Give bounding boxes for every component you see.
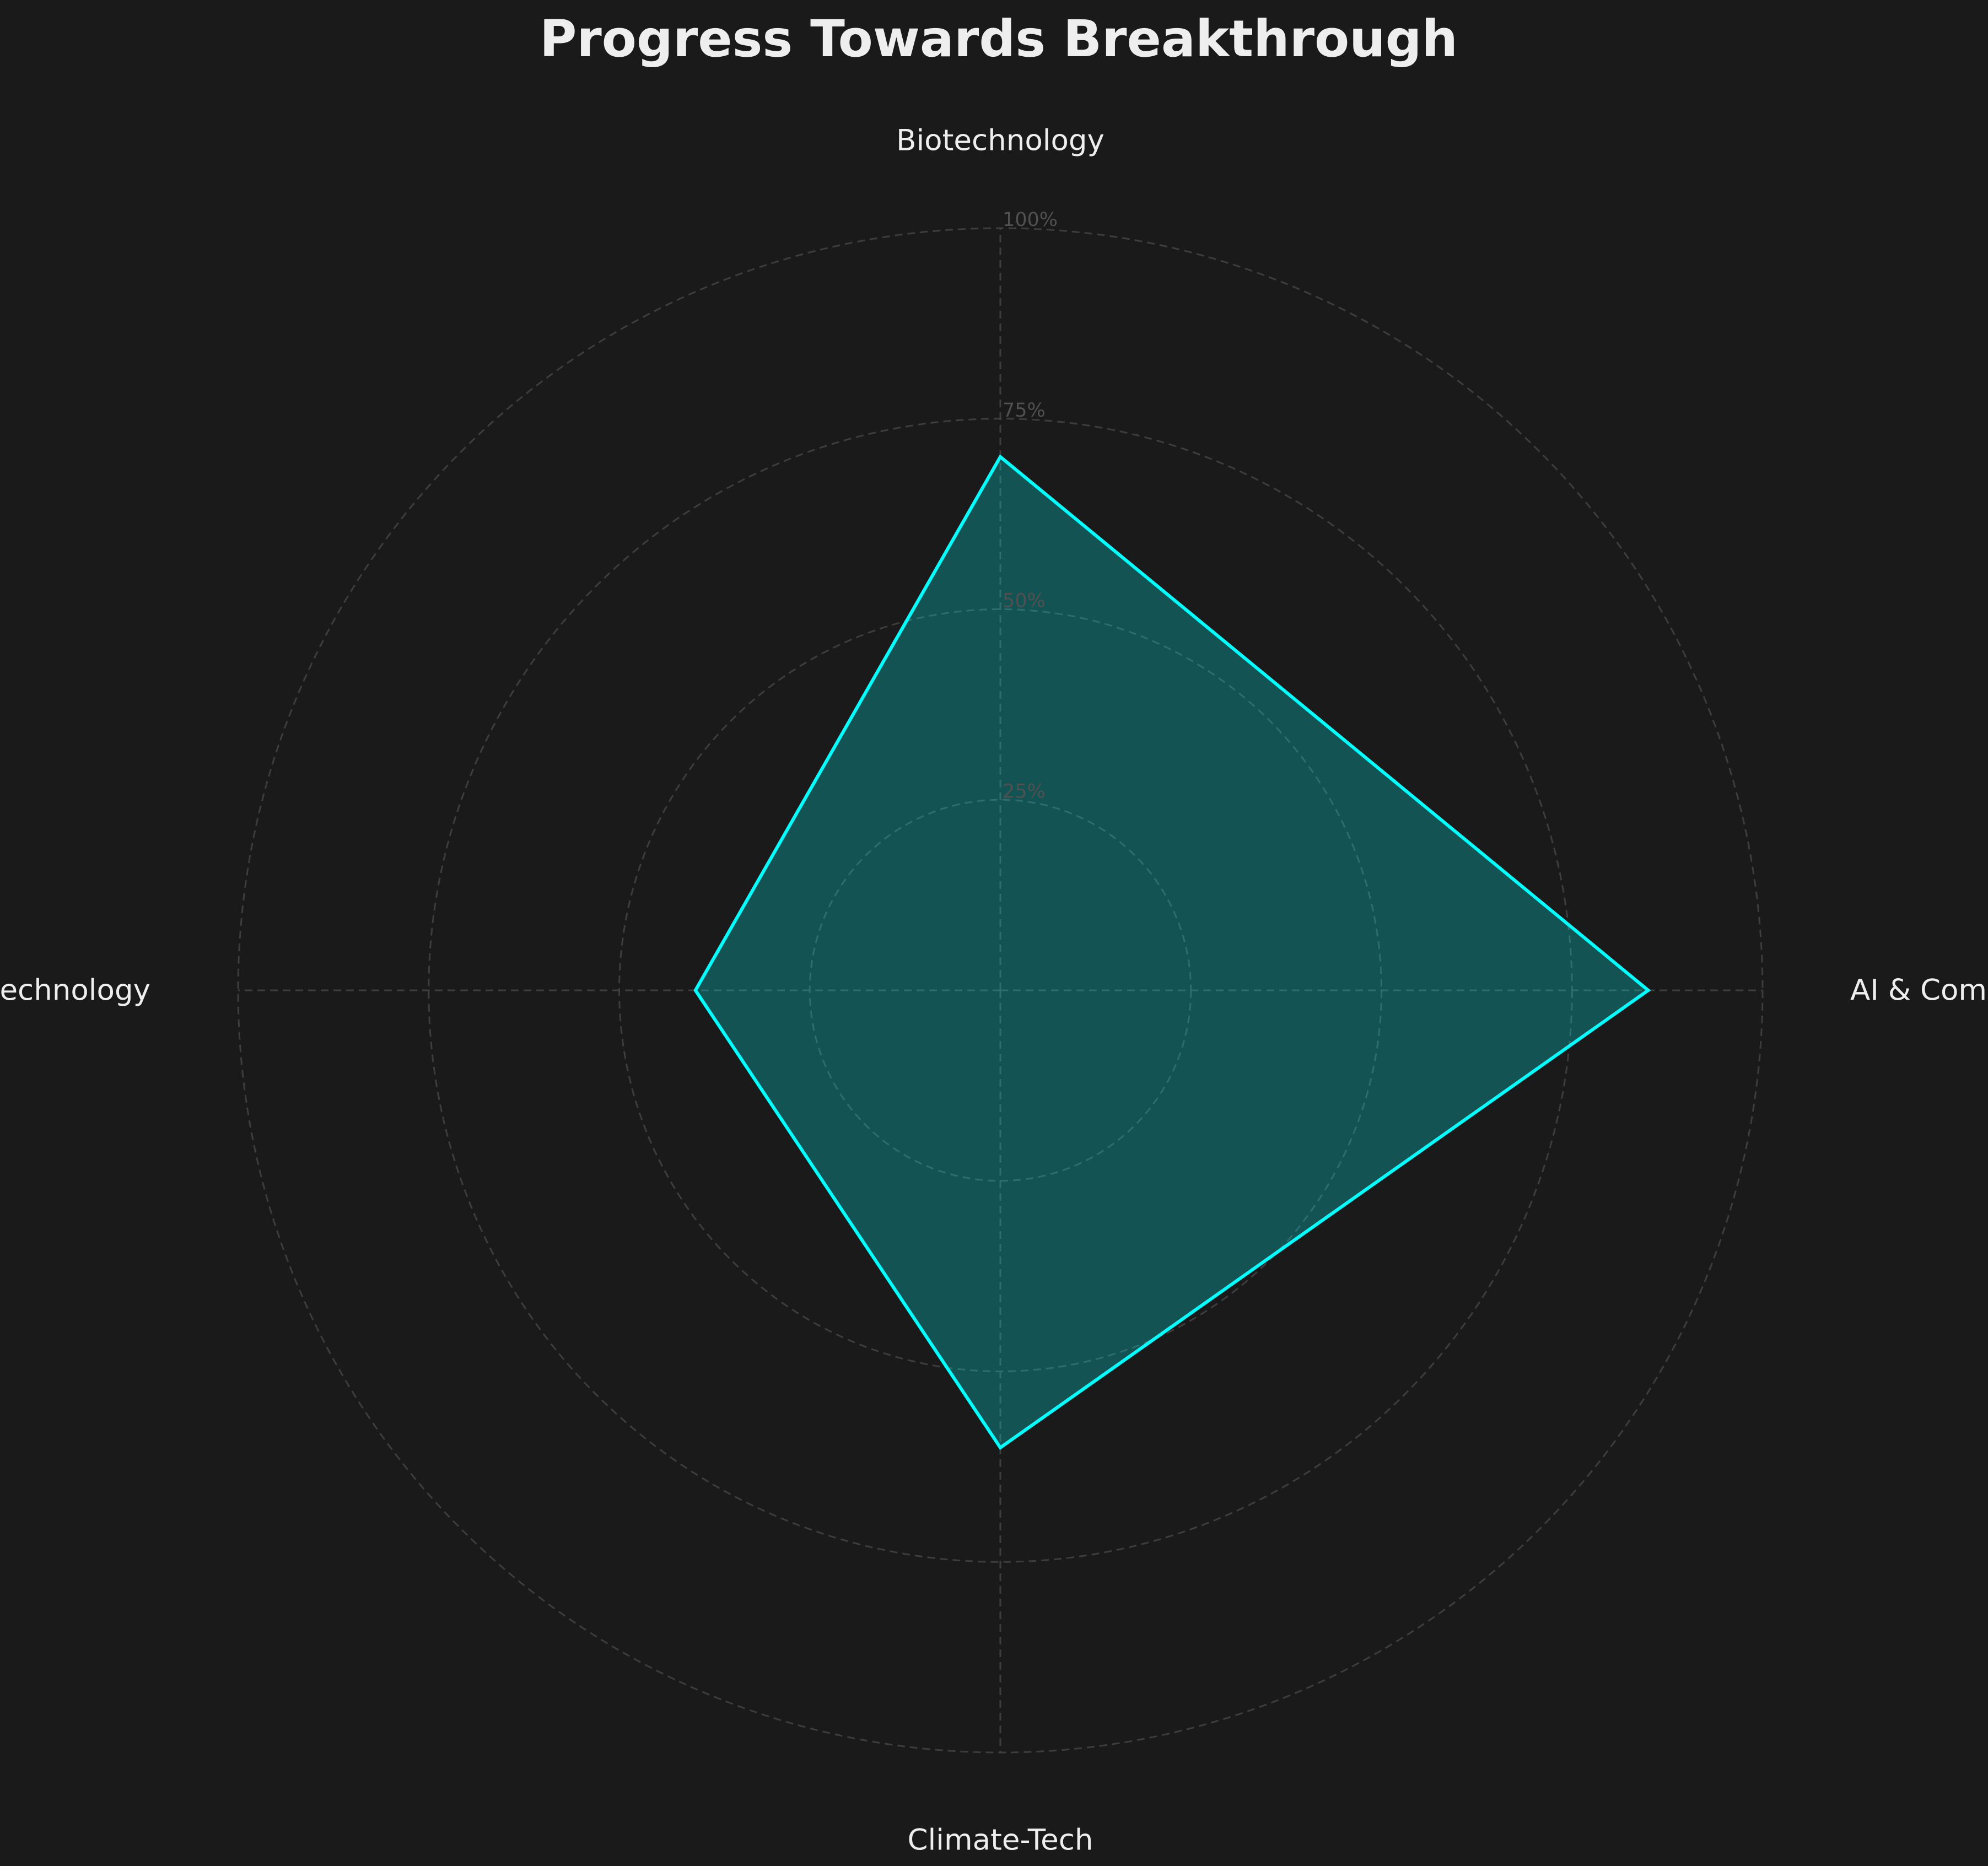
category-label: Neurotechnology: [0, 974, 150, 1007]
radial-tick-label: 50%: [1003, 590, 1046, 612]
radar-chart: Progress Towards Breakthrough 25% 50% 75% 1…: [0, 0, 1988, 1866]
category-label: Climate-Tech: [908, 1824, 1093, 1857]
radial-tick-label: 100%: [1003, 209, 1058, 231]
chart-title: Progress Towards Breakthrough: [540, 9, 1458, 68]
radial-tick-label: 25%: [1003, 780, 1046, 802]
radial-tick-label: 75%: [1003, 400, 1046, 422]
category-label: Biotechnology: [896, 123, 1105, 157]
category-label: AI & Computing: [1850, 974, 1988, 1007]
